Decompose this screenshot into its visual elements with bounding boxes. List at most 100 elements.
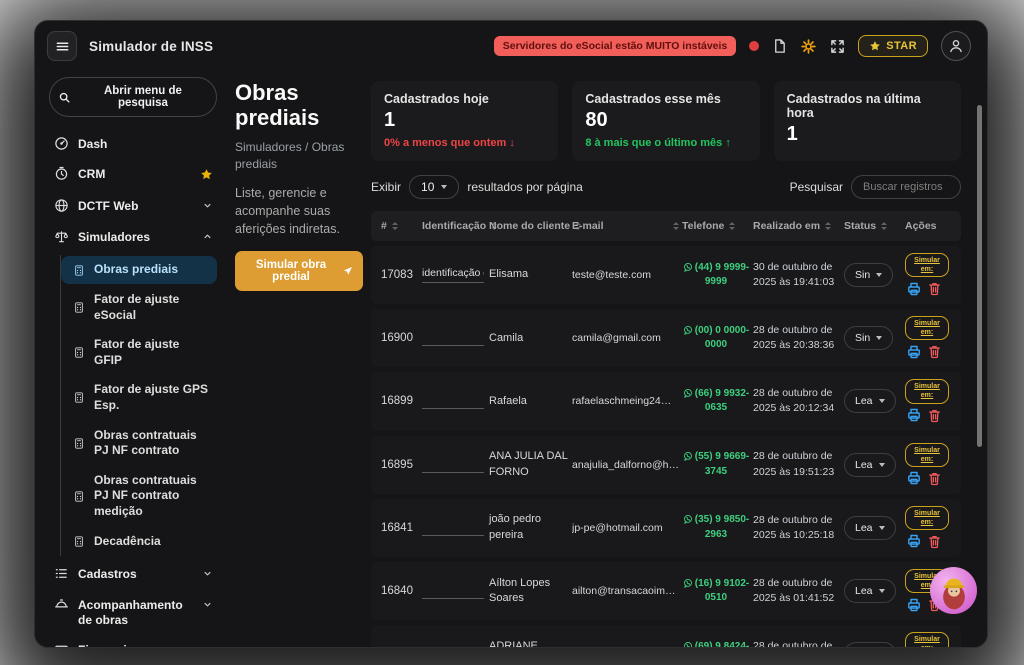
delete-button[interactable] — [926, 407, 943, 424]
submenu-item-obras-contratuais-medicao[interactable]: Obras contratuais PJ NF contrato medição — [61, 467, 217, 526]
print-button[interactable] — [905, 407, 922, 424]
status-cell: Lea — [844, 516, 902, 540]
print-button[interactable] — [905, 280, 922, 297]
submenu-item-fator-gps[interactable]: Fator de ajuste GPS Esp. — [61, 376, 217, 419]
print-button[interactable] — [905, 343, 922, 360]
arrow-down-icon: ↓ — [509, 137, 515, 149]
sidebar-item-dash[interactable]: Dash — [49, 130, 217, 160]
sidebar-item-crm[interactable]: CRM — [49, 160, 217, 193]
per-page-select[interactable]: 10 — [409, 175, 459, 199]
open-search-menu-button[interactable]: Abrir menu de pesquisa — [49, 77, 217, 117]
identification-cell — [422, 457, 486, 473]
calculator-icon — [72, 490, 86, 503]
whatsapp-phone-link[interactable]: (55) 9 9669-3745 — [682, 450, 750, 479]
column-header-id[interactable]: # — [381, 220, 419, 232]
simulate-in-button[interactable]: Simular em: — [905, 253, 949, 277]
whatsapp-icon — [683, 514, 693, 524]
printer-icon — [906, 533, 922, 549]
submenu-item-obras-contratuais-pj[interactable]: Obras contratuais PJ NF contrato — [61, 422, 217, 465]
search-icon — [58, 91, 71, 104]
status-select[interactable]: Sin — [844, 326, 893, 350]
identification-input[interactable] — [422, 520, 484, 536]
gear-icon — [800, 38, 817, 55]
whatsapp-icon — [683, 262, 693, 272]
client-email: ailton@transacaoimobiliaria.com.br — [572, 585, 679, 597]
status-select[interactable]: Lea — [844, 642, 896, 648]
settings-button[interactable] — [800, 38, 817, 55]
sidebar-item-cadastros[interactable]: Cadastros — [49, 560, 217, 591]
actions-cell: Simular em: — [905, 379, 951, 423]
hamburger-menu-button[interactable] — [47, 31, 77, 61]
whatsapp-phone-link[interactable]: (44) 9 9999-9999 — [682, 261, 750, 290]
status-select[interactable]: Sin — [844, 263, 893, 287]
sort-icon[interactable] — [392, 222, 398, 230]
chevron-down-icon — [879, 526, 885, 530]
simulate-in-button[interactable]: Simular em: — [905, 316, 949, 340]
submenu-item-obras-prediais[interactable]: Obras prediais — [61, 256, 217, 284]
delete-button[interactable] — [926, 343, 943, 360]
client-name: Elisama — [489, 267, 569, 282]
status-select[interactable]: Lea — [844, 389, 896, 413]
print-button[interactable] — [905, 533, 922, 550]
client-email: camila@gmail.com — [572, 332, 679, 344]
status-select[interactable]: Lea — [844, 453, 896, 477]
column-header-status[interactable]: Status — [844, 220, 902, 232]
whatsapp-phone-link[interactable]: (66) 9 9932-0635 — [682, 387, 750, 416]
whatsapp-phone-link[interactable]: (69) 9 8424-8459 — [682, 640, 750, 648]
identification-input[interactable] — [422, 583, 484, 599]
expand-icon — [830, 39, 845, 54]
whatsapp-icon — [683, 388, 693, 398]
column-header-realizado[interactable]: Realizado em — [753, 220, 841, 232]
client-name: ANA JULIA DAL FORNO — [489, 449, 569, 480]
simulate-in-button[interactable]: Simular em: — [905, 379, 949, 403]
whatsapp-phone-link[interactable]: (16) 9 9102-0510 — [682, 577, 750, 606]
simulate-in-button[interactable]: Simular em: — [905, 632, 949, 648]
identification-input[interactable] — [422, 393, 484, 409]
created-at: 28 de outubro de 2025 às 20:12:34 — [753, 386, 841, 416]
identification-input[interactable] — [422, 646, 484, 648]
user-avatar-button[interactable] — [941, 31, 971, 61]
column-header-nome[interactable]: Nome do cliente — [489, 220, 569, 232]
client-name: ADRIANE MACEDO — [489, 639, 569, 648]
simulate-building-work-button[interactable]: Simular obra predial — [235, 251, 363, 291]
sidebar-item-financeiro[interactable]: Financeiro — [49, 636, 217, 648]
app-window: Simulador de INSS Servidores do eSocial … — [34, 20, 988, 648]
search-input[interactable] — [851, 175, 961, 199]
submenu-item-decadencia[interactable]: Decadência — [61, 528, 217, 556]
identification-input[interactable] — [422, 457, 484, 473]
whatsapp-phone-link[interactable]: (00) 0 0000-0000 — [682, 324, 750, 353]
sort-icon[interactable] — [673, 222, 679, 230]
delete-button[interactable] — [926, 280, 943, 297]
status-cell: Lea — [844, 579, 902, 603]
submenu-item-fator-esocial[interactable]: Fator de ajuste eSocial — [61, 286, 217, 329]
submenu-item-fator-gfip[interactable]: Fator de ajuste GFIP — [61, 331, 217, 374]
page-title: Obras prediais — [235, 81, 363, 130]
sort-icon[interactable] — [825, 222, 831, 230]
whatsapp-phone-link[interactable]: (35) 9 9850-2963 — [682, 513, 750, 542]
column-header-identificacao[interactable]: Identificação — [422, 220, 486, 232]
column-header-telefone[interactable]: Telefone — [682, 220, 750, 232]
status-select[interactable]: Lea — [844, 579, 896, 603]
scrollbar-thumb[interactable] — [977, 105, 982, 447]
star-plan-button[interactable]: STAR — [858, 35, 928, 57]
print-button[interactable] — [905, 596, 922, 613]
sidebar-item-simuladores[interactable]: Simuladores — [49, 223, 217, 254]
column-header-email[interactable]: E-mail — [572, 220, 679, 232]
table-row: 16839 ADRIANE MACEDO adrianefl90@hotmail… — [371, 625, 961, 648]
identification-input[interactable] — [422, 267, 484, 283]
chat-widget-avatar[interactable] — [930, 567, 977, 614]
simulate-in-button[interactable]: Simular em: — [905, 443, 949, 467]
sidebar-item-acompanhamento[interactable]: Acompanhamento de obras — [49, 591, 217, 636]
report-button[interactable] — [772, 38, 787, 54]
chevron-down-icon — [879, 589, 885, 593]
status-select[interactable]: Lea — [844, 516, 896, 540]
sort-icon[interactable] — [881, 222, 887, 230]
delete-button[interactable] — [926, 470, 943, 487]
print-button[interactable] — [905, 470, 922, 487]
delete-button[interactable] — [926, 533, 943, 550]
sort-icon[interactable] — [729, 222, 735, 230]
identification-input[interactable] — [422, 330, 484, 346]
fullscreen-button[interactable] — [830, 39, 845, 54]
simulate-in-button[interactable]: Simular em: — [905, 506, 949, 530]
sidebar-item-dctf-web[interactable]: DCTF Web — [49, 192, 217, 223]
